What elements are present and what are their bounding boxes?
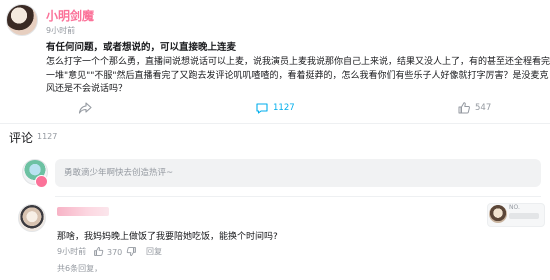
comment-dislike-button[interactable]: [126, 246, 137, 259]
comment-text: 那啥，我妈妈晚上做饭了我要陪她吃饭，能换个时间吗?: [57, 232, 278, 242]
thumb-up-icon: [93, 246, 104, 259]
comment-count: 1127: [273, 103, 295, 113]
like-button[interactable]: 547: [457, 101, 491, 115]
comments-count: 1127: [37, 132, 58, 141]
comment-divider: [55, 196, 541, 197]
thumb-up-icon: [457, 101, 471, 115]
share-icon: [78, 101, 92, 115]
comment-time: 9小时前: [57, 247, 87, 256]
post-content-line: 怎么打字一个个那么勇，直播间说想说话可以上麦，说我演员上麦我说那你自己上来说，结…: [46, 57, 550, 67]
comment-input[interactable]: 勇敢滴少年啊快去创造热评~: [55, 159, 541, 187]
like-count: 547: [475, 103, 492, 113]
commenter-name[interactable]: [57, 207, 109, 216]
reply-button[interactable]: 回复: [146, 246, 162, 257]
comment-like-button[interactable]: 370: [93, 246, 122, 259]
commenter-avatar[interactable]: [18, 204, 46, 232]
fan-badge-label: [509, 213, 539, 219]
pendant-badge-icon: [35, 175, 48, 188]
comment-icon: [255, 101, 269, 115]
fan-badge-number: NO.: [509, 204, 520, 211]
section-divider: [0, 123, 550, 124]
post-time: 9小时前: [46, 26, 76, 35]
comment-button[interactable]: 1127: [255, 101, 295, 115]
post-content: 怎么打字一个个那么勇，直播间说想说话可以上麦，说我演员上麦我说那你自己上来说，结…: [46, 56, 550, 97]
fan-badge-avatar: [489, 205, 507, 223]
post-title: 有任何问题，或者想说的，可以直接晚上连麦: [46, 42, 237, 53]
author-avatar[interactable]: [6, 4, 38, 36]
post-content-line: 风还是不会说话吗？: [46, 84, 128, 94]
comments-title: 评论: [9, 131, 34, 145]
view-replies-link[interactable]: 共6条回复，: [57, 263, 102, 274]
thumb-down-icon: [126, 246, 137, 259]
post-content-line: 一堆"意见""不服"然后直播看完了又跑去发评论叽叽喳喳的，看着挺莽的，怎么我看你…: [46, 70, 549, 81]
comment-like-count: 370: [107, 248, 123, 257]
author-name[interactable]: 小明剑魔: [46, 7, 94, 24]
share-button[interactable]: [78, 101, 92, 115]
